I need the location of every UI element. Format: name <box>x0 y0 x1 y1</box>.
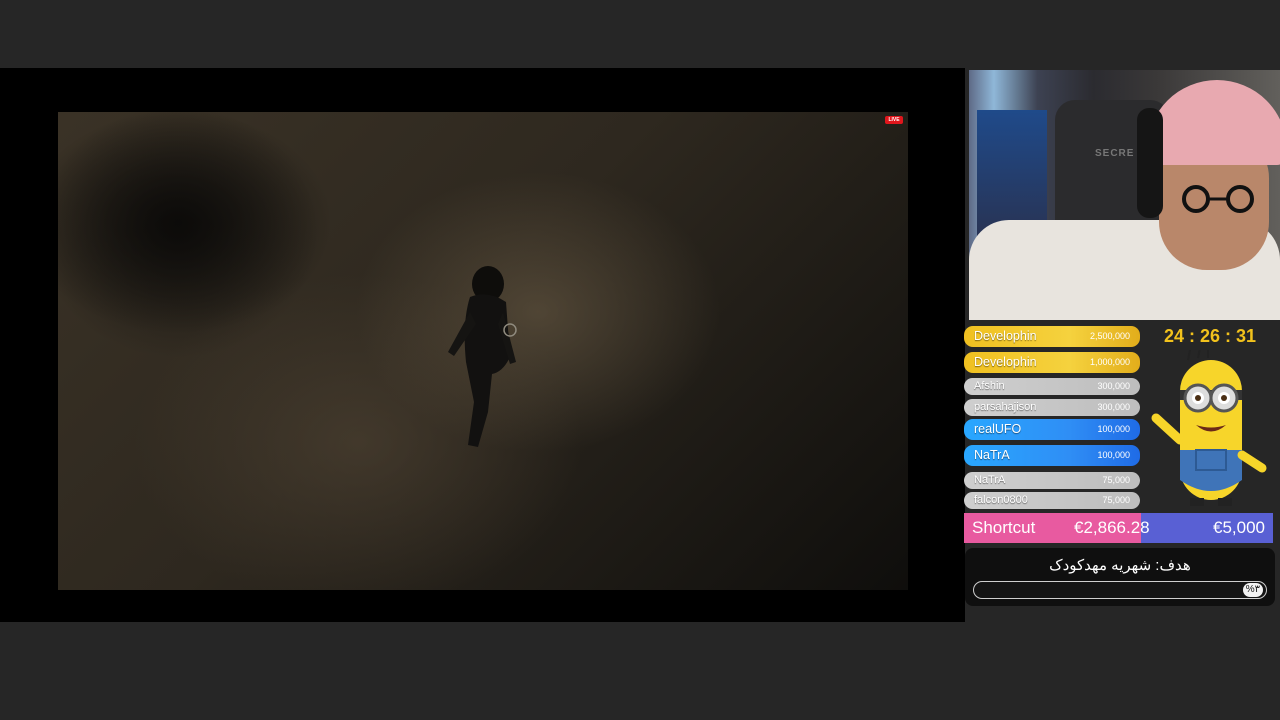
donor-amount: 75,000 <box>1102 475 1130 485</box>
streamer-cap <box>1147 80 1280 165</box>
leaderboard-row: falcon0800 75,000 <box>964 492 1140 509</box>
leaderboard-row: NaTrA 100,000 <box>964 445 1140 466</box>
tuition-goal-widget: هدف: شهریه مهدکودک %۳ <box>965 548 1275 606</box>
donation-goal-bar: Shortcut €2,866.28 €5,000 <box>964 513 1273 543</box>
donor-name: realUFO <box>974 422 1022 436</box>
donor-amount: 75,000 <box>1102 495 1130 505</box>
donor-amount: 300,000 <box>1097 381 1130 391</box>
leaderboard-row: realUFO 100,000 <box>964 419 1140 440</box>
leaderboard-row: parsahajison 300,000 <box>964 399 1140 416</box>
leaderboard-row: Develophin 1,000,000 <box>964 352 1140 373</box>
game-capture: LIVE <box>0 68 965 622</box>
stream-timer: 24 : 26 : 31 <box>1163 326 1257 346</box>
donor-name: Develophin <box>974 329 1037 343</box>
donor-name: falcon0800 <box>974 494 1028 506</box>
chair-brand: SECRE <box>1095 148 1135 159</box>
donor-amount: 2,500,000 <box>1089 331 1130 341</box>
minion-mascot <box>1151 350 1267 506</box>
donor-leaderboard: Develophin 2,500,000 Develophin 1,000,00… <box>964 326 1140 512</box>
goal-target-amount: €5,000 <box>1213 518 1265 537</box>
live-badge: LIVE <box>885 116 903 124</box>
rock-ledge <box>58 112 418 372</box>
webcam-feed: SECRE <box>969 70 1280 320</box>
donor-name: parsahajison <box>974 401 1037 413</box>
leaderboard-row: NaTrA 75,000 <box>964 472 1140 489</box>
player-character <box>448 266 517 447</box>
donor-name: Develophin <box>974 355 1037 369</box>
donor-amount: 300,000 <box>1097 402 1130 412</box>
donor-amount: 100,000 <box>1097 450 1130 460</box>
leaderboard-row: Afshin 300,000 <box>964 378 1140 395</box>
goal-percent: %۳ <box>1242 583 1263 597</box>
donor-name: Afshin <box>974 380 1005 392</box>
goal-title: هدف: شهریه مهدکودک <box>1049 557 1191 574</box>
glasses <box>1182 185 1254 213</box>
donor-amount: 1,000,000 <box>1089 357 1130 367</box>
donor-amount: 100,000 <box>1097 424 1130 434</box>
game-scene <box>58 112 908 590</box>
goal-current-amount: €2,866.28 <box>1074 518 1150 537</box>
leaderboard-row: Develophin 2,500,000 <box>964 326 1140 347</box>
donor-name: NaTrA <box>974 474 1006 486</box>
donor-name: NaTrA <box>974 448 1010 462</box>
goal-name: Shortcut <box>972 518 1036 537</box>
headphones <box>1137 108 1163 218</box>
goal-progress-track: %۳ <box>973 581 1267 599</box>
